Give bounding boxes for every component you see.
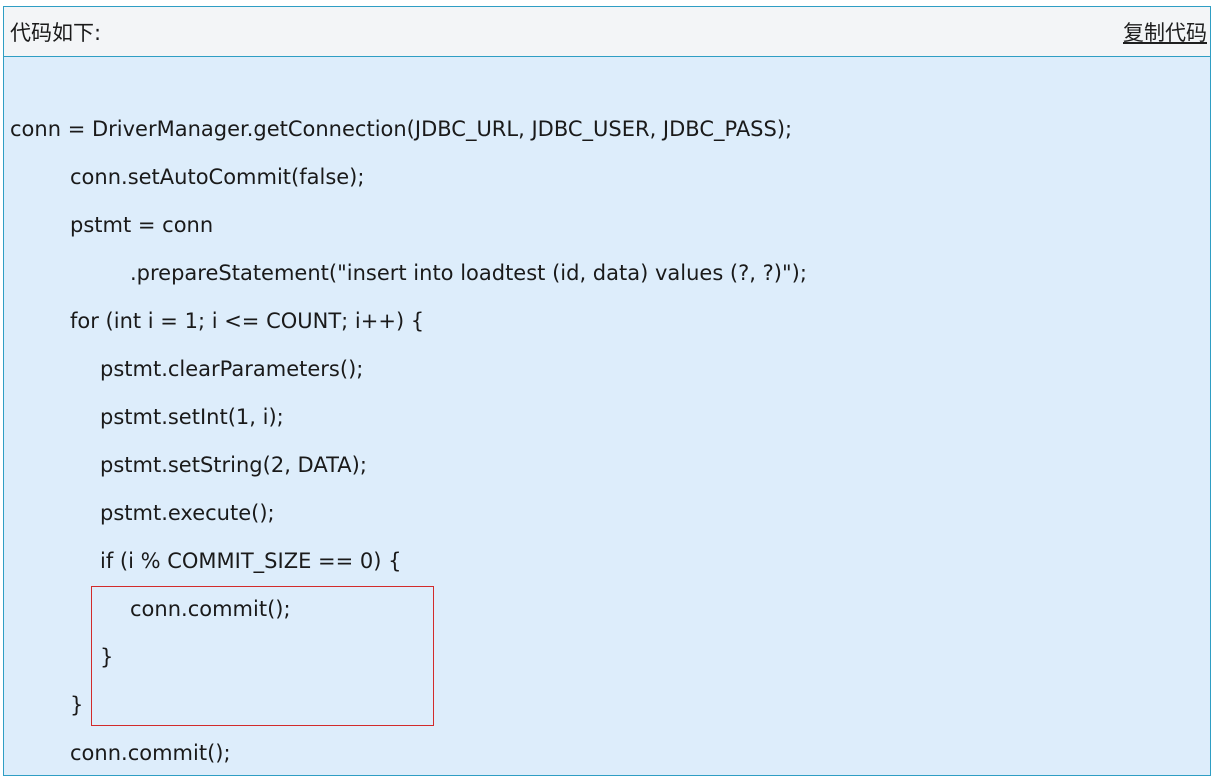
code-line: pstmt.setString(2, DATA);: [100, 453, 367, 477]
code-line: if (i % COMMIT_SIZE == 0) {: [100, 549, 402, 573]
code-header-title: 代码如下:: [10, 20, 102, 45]
code-body: conn = DriverManager.getConnection(JDBC_…: [4, 57, 1210, 775]
code-line: for (int i = 1; i <= COUNT; i++) {: [70, 309, 425, 333]
code-line: pstmt.clearParameters();: [100, 357, 364, 381]
code-line: pstmt = conn: [70, 213, 214, 237]
code-line: conn.commit();: [70, 741, 231, 765]
code-line: conn = DriverManager.getConnection(JDBC_…: [10, 117, 793, 141]
code-line: pstmt.execute();: [100, 501, 275, 525]
code-line: conn.setAutoCommit(false);: [70, 165, 365, 189]
code-line: }: [70, 693, 84, 717]
code-line: .prepareStatement("insert into loadtest …: [130, 261, 807, 285]
code-line: pstmt.setInt(1, i);: [100, 405, 284, 429]
code-block: 代码如下: 复制代码 conn = DriverManager.getConne…: [3, 6, 1211, 776]
code-line: }: [100, 645, 114, 669]
code-line: conn.commit();: [130, 597, 291, 621]
code-header: 代码如下: 复制代码: [4, 7, 1210, 57]
copy-code-link[interactable]: 复制代码: [1123, 17, 1207, 47]
